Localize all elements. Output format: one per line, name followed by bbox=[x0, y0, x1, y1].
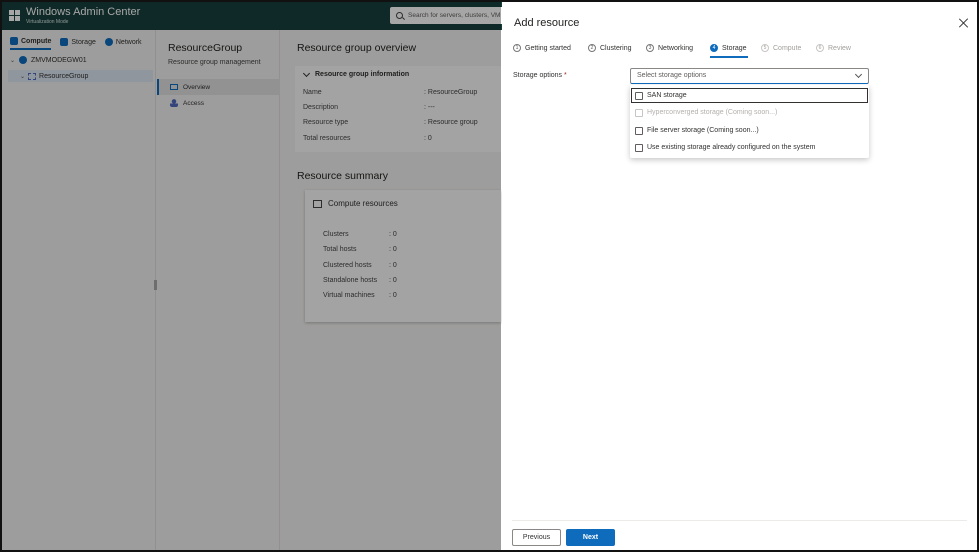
previous-button[interactable]: Previous bbox=[512, 529, 561, 546]
step-label: Storage bbox=[722, 44, 747, 52]
panel-title: Add resource bbox=[514, 17, 580, 29]
checkbox bbox=[635, 108, 643, 117]
option-file-server-storage[interactable]: File server storage (Coming soon...) bbox=[630, 122, 869, 139]
step-storage[interactable]: 4 Storage bbox=[710, 42, 747, 54]
next-button[interactable]: Next bbox=[566, 529, 615, 546]
step-label: Networking bbox=[658, 44, 694, 52]
required-mark: * bbox=[564, 72, 567, 79]
storage-options-label-text: Storage options bbox=[513, 72, 563, 79]
chevron-down-icon bbox=[854, 70, 863, 79]
step-label: Review bbox=[828, 44, 851, 52]
app-window: Windows Admin Center Virtualization Mode… bbox=[0, 0, 979, 552]
option-existing-storage[interactable]: Use existing storage already configured … bbox=[630, 139, 869, 156]
checkbox[interactable] bbox=[635, 143, 643, 152]
modal-overlay[interactable] bbox=[2, 2, 501, 550]
step-getting-started[interactable]: 1 Getting started bbox=[513, 42, 571, 54]
option-label: Hyperconverged storage (Coming soon...) bbox=[647, 109, 778, 116]
step-label: Compute bbox=[773, 44, 802, 52]
step-number: 2 bbox=[588, 44, 596, 52]
step-clustering[interactable]: 2 Clustering bbox=[588, 42, 632, 54]
checkbox[interactable] bbox=[635, 126, 643, 135]
add-resource-panel: Add resource 1 Getting started 2 Cluster… bbox=[502, 2, 977, 550]
storage-options-label: Storage options * bbox=[513, 72, 567, 79]
close-icon[interactable] bbox=[959, 18, 969, 28]
step-networking[interactable]: 3 Networking bbox=[646, 42, 693, 54]
option-san-storage[interactable]: SAN storage bbox=[630, 87, 869, 104]
storage-options-select[interactable]: Select storage options bbox=[630, 68, 869, 84]
step-compute: 5 Compute bbox=[761, 42, 801, 54]
option-hyperconverged-storage: Hyperconverged storage (Coming soon...) bbox=[630, 104, 869, 121]
step-number: 4 bbox=[710, 44, 718, 52]
option-label: SAN storage bbox=[647, 92, 687, 99]
option-label: File server storage (Coming soon...) bbox=[647, 127, 759, 134]
checkbox[interactable] bbox=[635, 91, 643, 100]
step-label: Getting started bbox=[525, 44, 571, 52]
active-step-indicator bbox=[710, 56, 748, 58]
footer-divider bbox=[512, 520, 967, 521]
step-number: 1 bbox=[513, 44, 521, 52]
step-number: 6 bbox=[816, 44, 824, 52]
step-label: Clustering bbox=[600, 44, 632, 52]
step-number: 5 bbox=[761, 44, 769, 52]
step-number: 3 bbox=[646, 44, 654, 52]
select-placeholder: Select storage options bbox=[637, 72, 707, 79]
option-label: Use existing storage already configured … bbox=[647, 144, 816, 151]
step-review: 6 Review bbox=[816, 42, 851, 54]
storage-options-dropdown: SAN storage Hyperconverged storage (Comi… bbox=[630, 85, 869, 158]
